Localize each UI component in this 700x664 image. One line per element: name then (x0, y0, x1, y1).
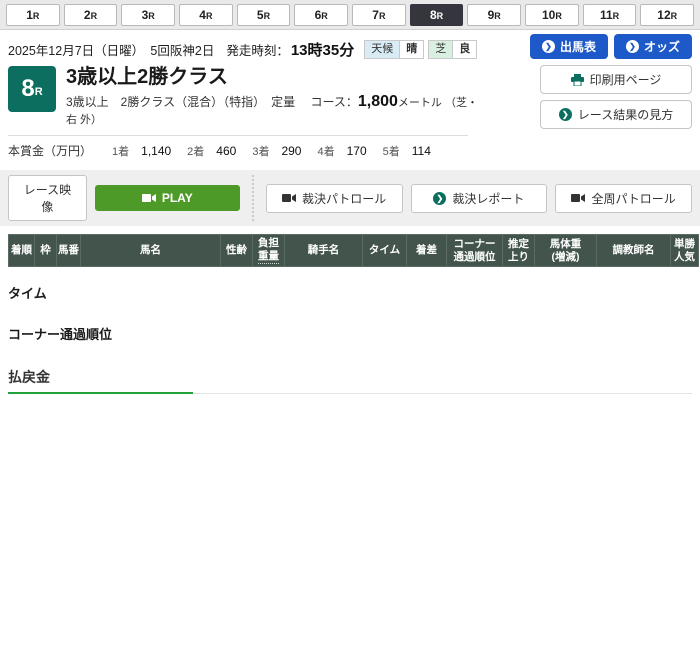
race-number-suffix: R (35, 86, 43, 98)
race-title: 3歳以上2勝クラス (66, 66, 488, 89)
divider (8, 135, 468, 136)
race-conditions-text: 3歳以上 2勝クラス（混合）（特指） 定量 (66, 95, 295, 109)
all-patrol-button[interactable]: 全周パトロール (555, 184, 692, 213)
race-tab-7R[interactable]: 7R (352, 4, 406, 26)
prize-label: 本賞金（万円） (8, 142, 92, 159)
race-tab-8R[interactable]: 8R (410, 4, 464, 26)
odds-button-label: オッズ (644, 38, 680, 55)
turf-label: 芝 (428, 40, 452, 59)
arrow-circle-icon: ❯ (626, 40, 639, 53)
race-tab-9R[interactable]: 9R (467, 4, 521, 26)
race-tab-2R[interactable]: 2R (64, 4, 118, 26)
video-camera-icon (142, 193, 156, 203)
entries-button-label: 出馬表 (560, 38, 596, 55)
time-section-title: タイム (8, 283, 692, 302)
corner-section-title: コーナー通過順位 (8, 324, 692, 343)
results-header: 性齢 (221, 235, 253, 267)
prize-place: 3着 (252, 143, 269, 159)
result-guide-button[interactable]: ❯ レース結果の見方 (540, 100, 692, 129)
race-tab-1R[interactable]: 1R (6, 4, 60, 26)
condition-badges: 天候 晴 芝 良 (364, 40, 481, 59)
video-camera-icon (571, 193, 585, 203)
race-date: 2025年12月7日（日曜） 5回阪神2日 (8, 40, 214, 59)
race-number-badge: 8 R (8, 66, 56, 112)
race-tab-3R[interactable]: 3R (121, 4, 175, 26)
course-label: コース： (310, 95, 357, 109)
prize-money-row: 本賞金（万円） 1着 1,140 2着 460 3着 290 4着 170 5着 114 (8, 142, 692, 162)
arrow-circle-icon: ❯ (559, 108, 572, 121)
course-distance: 1,800 (358, 93, 398, 110)
prize-amount: 460 (216, 144, 236, 158)
race-conditions: 3歳以上 2勝クラス（混合）（特指） 定量 コース：1,800メートル （芝・右… (66, 93, 488, 127)
race-tab-6R[interactable]: 6R (294, 4, 348, 26)
turf-value: 良 (452, 40, 477, 59)
results-header: 着差 (407, 235, 447, 267)
results-header: 馬名 (81, 235, 221, 267)
results-header: 負担重量 (253, 235, 285, 267)
judge-report-button[interactable]: ❯ 裁決レポート (411, 184, 548, 213)
prize-amount: 114 (412, 144, 431, 158)
odds-button[interactable]: ❯ オッズ (614, 34, 692, 59)
start-time-value: 13時35分 (291, 39, 354, 60)
race-video-button[interactable]: レース映像 (8, 175, 87, 221)
arrow-circle-icon: ❯ (542, 40, 555, 53)
results-header: 単勝人気 (671, 235, 699, 267)
results-header: 調教師名 (597, 235, 671, 267)
toolbar-separator (252, 175, 254, 221)
results-header: タイム (363, 235, 407, 267)
judge-patrol-button[interactable]: 裁決パトロール (266, 184, 403, 213)
race-tab-5R[interactable]: 5R (237, 4, 291, 26)
judge-report-label: 裁決レポート (452, 190, 524, 207)
prize-place: 1着 (112, 143, 129, 159)
arrow-circle-icon: ❯ (433, 192, 446, 205)
race-tab-12R[interactable]: 12R (640, 4, 694, 26)
prize-amount: 290 (281, 144, 301, 158)
play-label: PLAY (162, 191, 193, 205)
prize-amount: 1,140 (141, 144, 171, 158)
results-header: 推定上り (503, 235, 535, 267)
result-guide-label: レース結果の見方 (578, 106, 673, 123)
race-tab-4R[interactable]: 4R (179, 4, 233, 26)
race-number: 8 (21, 75, 34, 103)
weather-value: 晴 (399, 40, 424, 59)
race-tabbar: 1R2R3R4R5R6R7R8R9R10R11R12R (0, 0, 700, 30)
printer-icon (571, 74, 584, 86)
entries-button[interactable]: ❯ 出馬表 (530, 34, 608, 59)
judge-patrol-label: 裁決パトロール (302, 190, 386, 207)
race-tab-11R[interactable]: 11R (583, 4, 637, 26)
start-time-label: 発走時刻： (226, 40, 289, 59)
video-toolbar: レース映像 PLAY 裁決パトロール ❯ 裁決レポート 全周パトロール (0, 170, 700, 226)
print-page-button[interactable]: 印刷用ページ (540, 65, 692, 94)
race-video-label: レース映像 (23, 181, 72, 215)
results-header: 着順 (9, 235, 35, 267)
payout-section-title: 払戻金 (8, 367, 692, 394)
play-button[interactable]: PLAY (95, 185, 240, 211)
race-tab-10R[interactable]: 10R (525, 4, 579, 26)
results-header: 枠 (35, 235, 57, 267)
prize-place: 2着 (187, 143, 204, 159)
action-buttons: ❯ 出馬表 ❯ オッズ 印刷用ページ ❯ レース結果の見方 (530, 34, 692, 129)
weather-label: 天候 (364, 40, 399, 59)
prize-place: 4着 (317, 143, 334, 159)
results-header: 馬番 (57, 235, 81, 267)
results-header: 馬体重(増減) (535, 235, 597, 267)
prize-place: 5着 (383, 143, 400, 159)
prize-amount: 170 (347, 144, 367, 158)
video-camera-icon (282, 193, 296, 203)
print-page-label: 印刷用ページ (590, 71, 662, 88)
results-header: コーナー通過順位 (447, 235, 503, 267)
results-table: 着順枠馬番馬名性齢負担重量騎手名タイム着差コーナー通過順位推定上り馬体重(増減)… (8, 234, 699, 267)
all-patrol-label: 全周パトロール (591, 190, 675, 207)
results-header: 騎手名 (285, 235, 363, 267)
